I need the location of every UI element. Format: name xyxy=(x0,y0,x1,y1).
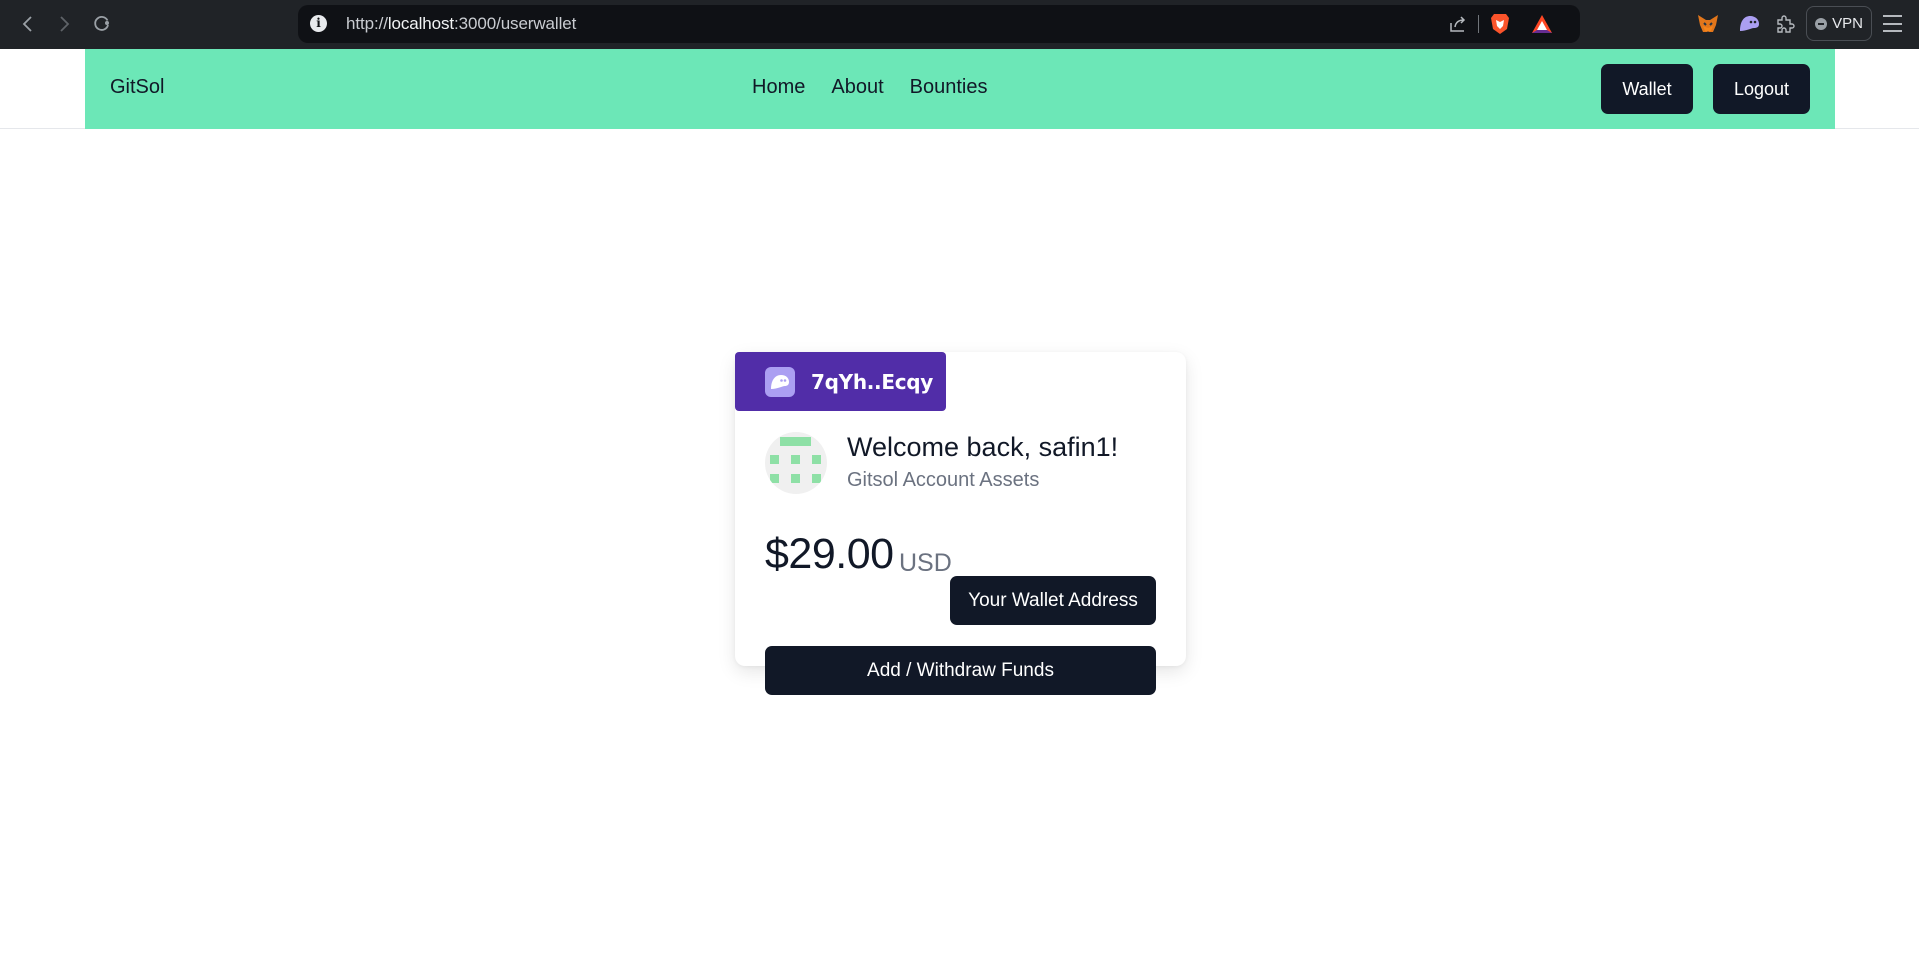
url-text[interactable]: http://localhost:3000/userwallet xyxy=(346,14,576,34)
nav-link-bounties[interactable]: Bounties xyxy=(910,76,988,99)
forward-icon[interactable] xyxy=(50,10,78,38)
separator xyxy=(1478,15,1479,33)
menu-icon[interactable] xyxy=(1883,15,1902,32)
wallet-button[interactable]: Wallet xyxy=(1601,64,1693,114)
address-bar[interactable]: i http://localhost:3000/userwallet xyxy=(298,5,1580,43)
url-scheme: http:// xyxy=(346,14,388,33)
brave-shields-icon[interactable] xyxy=(1490,13,1510,35)
logout-button[interactable]: Logout xyxy=(1713,64,1810,114)
welcome-heading: Welcome back, safin1! xyxy=(847,432,1119,462)
phantom-extension-icon[interactable] xyxy=(1737,12,1761,36)
page-content: GitSol Home About Bounties Wallet Logout… xyxy=(0,49,1919,966)
avatar xyxy=(765,432,827,494)
wallet-card: 7qYh..Ecqy Welcome back, safin1! Gitsol … xyxy=(735,352,1186,695)
extensions-puzzle-icon[interactable] xyxy=(1773,12,1797,36)
identicon-icon xyxy=(770,437,821,483)
vpn-icon xyxy=(1815,17,1828,30)
phantom-address: 7qYh..Ecqy xyxy=(811,369,934,394)
navbar: GitSol Home About Bounties Wallet Logout xyxy=(85,49,1835,129)
add-withdraw-funds-button[interactable]: Add / Withdraw Funds xyxy=(765,646,1156,695)
balance-currency: USD xyxy=(899,549,952,577)
nav-link-home[interactable]: Home xyxy=(752,76,805,99)
phantom-ghost-icon xyxy=(765,366,795,397)
share-icon[interactable] xyxy=(1448,14,1468,34)
nav-link-about[interactable]: About xyxy=(831,76,883,99)
card-subtitle: Gitsol Account Assets xyxy=(847,469,1040,491)
brave-rewards-icon[interactable] xyxy=(1531,14,1553,34)
site-info-icon[interactable]: i xyxy=(310,15,327,32)
url-host: localhost xyxy=(387,14,455,33)
browser-toolbar: i http://localhost:3000/userwallet VPN xyxy=(0,0,1919,49)
metamask-extension-icon[interactable] xyxy=(1696,12,1720,36)
url-path: :3000/userwallet xyxy=(454,14,577,33)
nav-links: Home About Bounties xyxy=(752,76,987,99)
wallet-address-button[interactable]: Your Wallet Address xyxy=(950,576,1156,625)
balance-amount: $29.00 xyxy=(765,530,894,578)
reload-icon[interactable] xyxy=(88,10,116,38)
brand-logo-link[interactable]: GitSol xyxy=(110,76,164,99)
back-icon[interactable] xyxy=(14,10,42,38)
vpn-label: VPN xyxy=(1832,15,1863,32)
phantom-wallet-button[interactable]: 7qYh..Ecqy xyxy=(735,352,946,411)
vpn-button[interactable]: VPN xyxy=(1806,6,1872,41)
